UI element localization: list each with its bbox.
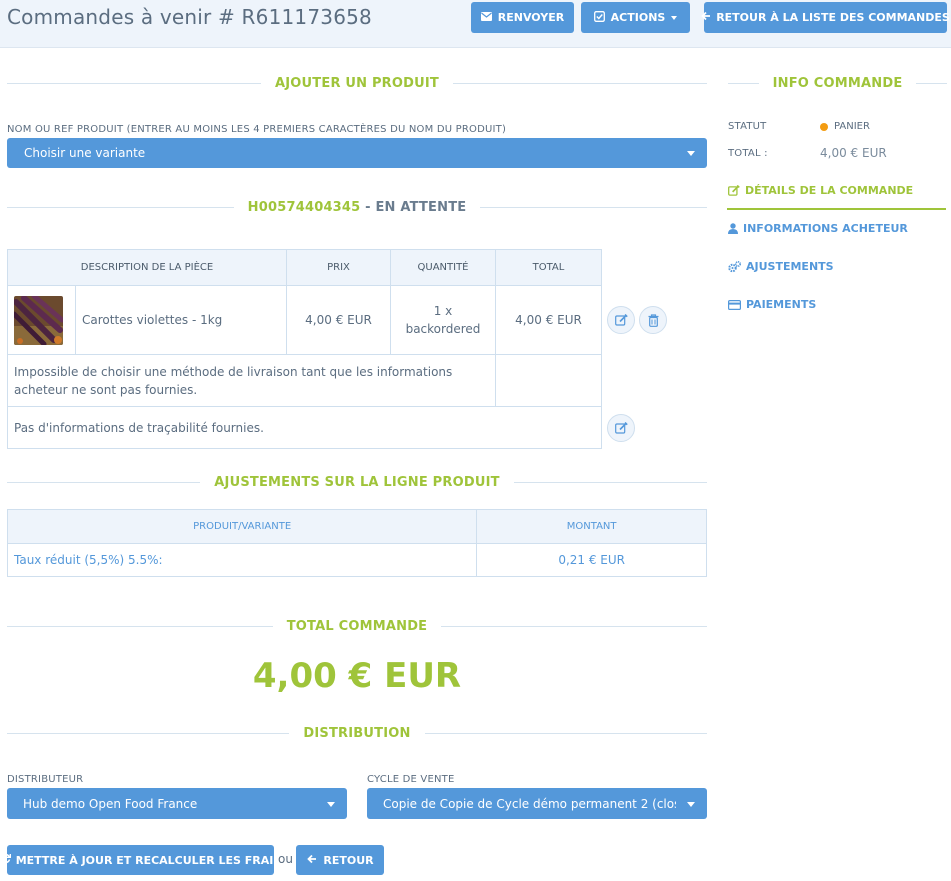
item-quantity: 1 x backordered	[390, 285, 496, 355]
adjustment-label: Taux réduit (5,5%) 5.5%:	[6, 543, 478, 577]
column-header-total: TOTAL	[495, 249, 602, 286]
update-recalculate-button[interactable]: METTRE À JOUR ET RECALCULER LES FRAIS	[0, 845, 281, 875]
back-button[interactable]: RETOUR	[296, 845, 384, 875]
chevron-down-icon	[687, 151, 695, 156]
sidebar-total-value: 4,00 € EUR	[820, 146, 887, 160]
credit-card-icon	[728, 299, 741, 310]
adjustments-table: PRODUIT/VARIANTE MONTANT Taux réduit (5,…	[6, 509, 707, 577]
add-product-heading: AJOUTER UN PRODUIT	[7, 73, 707, 93]
order-cycle-select[interactable]: Copie de Copie de Cycle démo permanent 2…	[367, 788, 707, 819]
product-field-label: NOM OU REF PRODUIT (ENTRER AU MOINS LES …	[7, 124, 507, 135]
shipment-heading: H00574404345 - EN ATTENTE	[7, 197, 707, 217]
actions-label: ACTIONS	[610, 11, 666, 24]
table-row: Carottes violettes - 1kg 4,00 € EUR 1 x …	[7, 285, 602, 355]
arrow-left-icon	[306, 854, 318, 867]
table-header-row: DESCRIPTION DE LA PIÈCE PRIX QUANTITÉ TO…	[7, 249, 602, 286]
sidebar-item-customer-details[interactable]: INFORMATIONS ACHETEUR	[728, 222, 908, 235]
back-to-orders-button[interactable]: RETOUR À LA LISTE DES COMMANDES	[701, 2, 950, 33]
line-items-table: DESCRIPTION DE LA PIÈCE PRIX QUANTITÉ TO…	[7, 249, 602, 449]
column-header-price: PRIX	[286, 249, 391, 286]
edit-tracking-button[interactable]	[607, 414, 635, 442]
product-thumbnail	[14, 295, 63, 345]
shipment-number: H00574404345	[247, 199, 361, 215]
resend-label: RENVOYER	[497, 11, 565, 24]
update-recalculate-label: METTRE À JOUR ET RECALCULER LES FRAIS	[15, 853, 282, 867]
chevron-down-icon	[327, 801, 335, 807]
item-total: 4,00 € EUR	[495, 285, 602, 355]
edit-icon	[614, 422, 628, 434]
order-info-heading: INFO COMMANDE	[728, 73, 948, 93]
edit-icon	[614, 314, 628, 326]
or-text: ou	[278, 852, 293, 866]
shipping-method-row: Impossible de choisir une méthode de liv…	[7, 354, 602, 407]
item-name: Carottes violettes - 1kg	[75, 285, 287, 355]
variant-select-value: Choisir une variante	[24, 146, 146, 160]
order-total-amount: 4,00 € EUR	[252, 656, 462, 696]
check-square-icon	[594, 10, 606, 25]
variant-select[interactable]: Choisir une variante	[7, 138, 707, 168]
cogs-icon	[728, 260, 741, 272]
status-badge: PANIER	[820, 121, 870, 132]
distributor-select[interactable]: Hub demo Open Food France	[7, 788, 347, 819]
back-label: RETOUR	[323, 853, 374, 867]
order-total-heading: TOTAL COMMANDE	[7, 616, 707, 636]
page-header: Commandes à venir # R611173658 RENVOYER …	[0, 0, 951, 48]
distributor-label: DISTRIBUTEUR	[7, 774, 84, 785]
refresh-icon	[0, 853, 11, 867]
table-header-row: PRODUIT/VARIANTE MONTANT	[6, 509, 707, 544]
sidebar-item-order-details[interactable]: DÉTAILS DE LA COMMANDE	[728, 184, 913, 197]
arrow-left-icon	[701, 11, 711, 24]
page-title: Commandes à venir # R611173658	[7, 5, 372, 29]
caret-down-icon	[671, 15, 678, 20]
user-icon	[728, 223, 738, 234]
order-cycle-label: CYCLE DE VENTE	[367, 774, 455, 785]
status-dot-icon	[820, 122, 828, 131]
back-to-orders-label: RETOUR À LA LISTE DES COMMANDES	[716, 11, 950, 24]
distribution-heading: DISTRIBUTION	[7, 723, 707, 743]
column-header-variant: PRODUIT/VARIANTE	[6, 509, 478, 544]
distributor-select-value: Hub demo Open Food France	[23, 796, 198, 811]
column-header-amount: MONTANT	[476, 509, 707, 544]
envelope-icon	[481, 11, 493, 24]
sidebar-active-underline	[727, 208, 946, 210]
resend-button[interactable]: RENVOYER	[471, 2, 574, 33]
tracking-row: Pas d'informations de traçabilité fourni…	[7, 406, 602, 449]
shipping-notice: Impossible de choisir une méthode de liv…	[7, 354, 496, 407]
table-row: Taux réduit (5,5%) 5.5%: 0,21 € EUR	[6, 543, 707, 577]
sidebar-item-payments[interactable]: PAIEMENTS	[728, 298, 816, 311]
delete-item-button[interactable]	[639, 306, 667, 334]
adjustments-heading: AJUSTEMENTS SUR LA LIGNE PRODUIT	[7, 472, 707, 492]
status-label: STATUT	[728, 121, 767, 132]
sidebar-item-adjustments[interactable]: AJUSTEMENTS	[728, 260, 834, 273]
adjustment-amount: 0,21 € EUR	[476, 543, 707, 577]
trash-icon	[648, 313, 658, 327]
column-header-description: DESCRIPTION DE LA PIÈCE	[7, 249, 287, 286]
item-price: 4,00 € EUR	[286, 285, 391, 355]
column-header-quantity: QUANTITÉ	[390, 249, 496, 286]
actions-dropdown-button[interactable]: ACTIONS	[581, 2, 690, 33]
tracking-notice: Pas d'informations de traçabilité fourni…	[7, 406, 602, 449]
edit-icon	[728, 185, 740, 196]
order-cycle-select-value: Copie de Copie de Cycle démo permanent 2…	[383, 796, 676, 811]
chevron-down-icon	[687, 801, 695, 807]
total-label: TOTAL :	[728, 148, 768, 159]
shipment-state: - EN ATTENTE	[365, 199, 467, 215]
edit-item-button[interactable]	[607, 306, 635, 334]
